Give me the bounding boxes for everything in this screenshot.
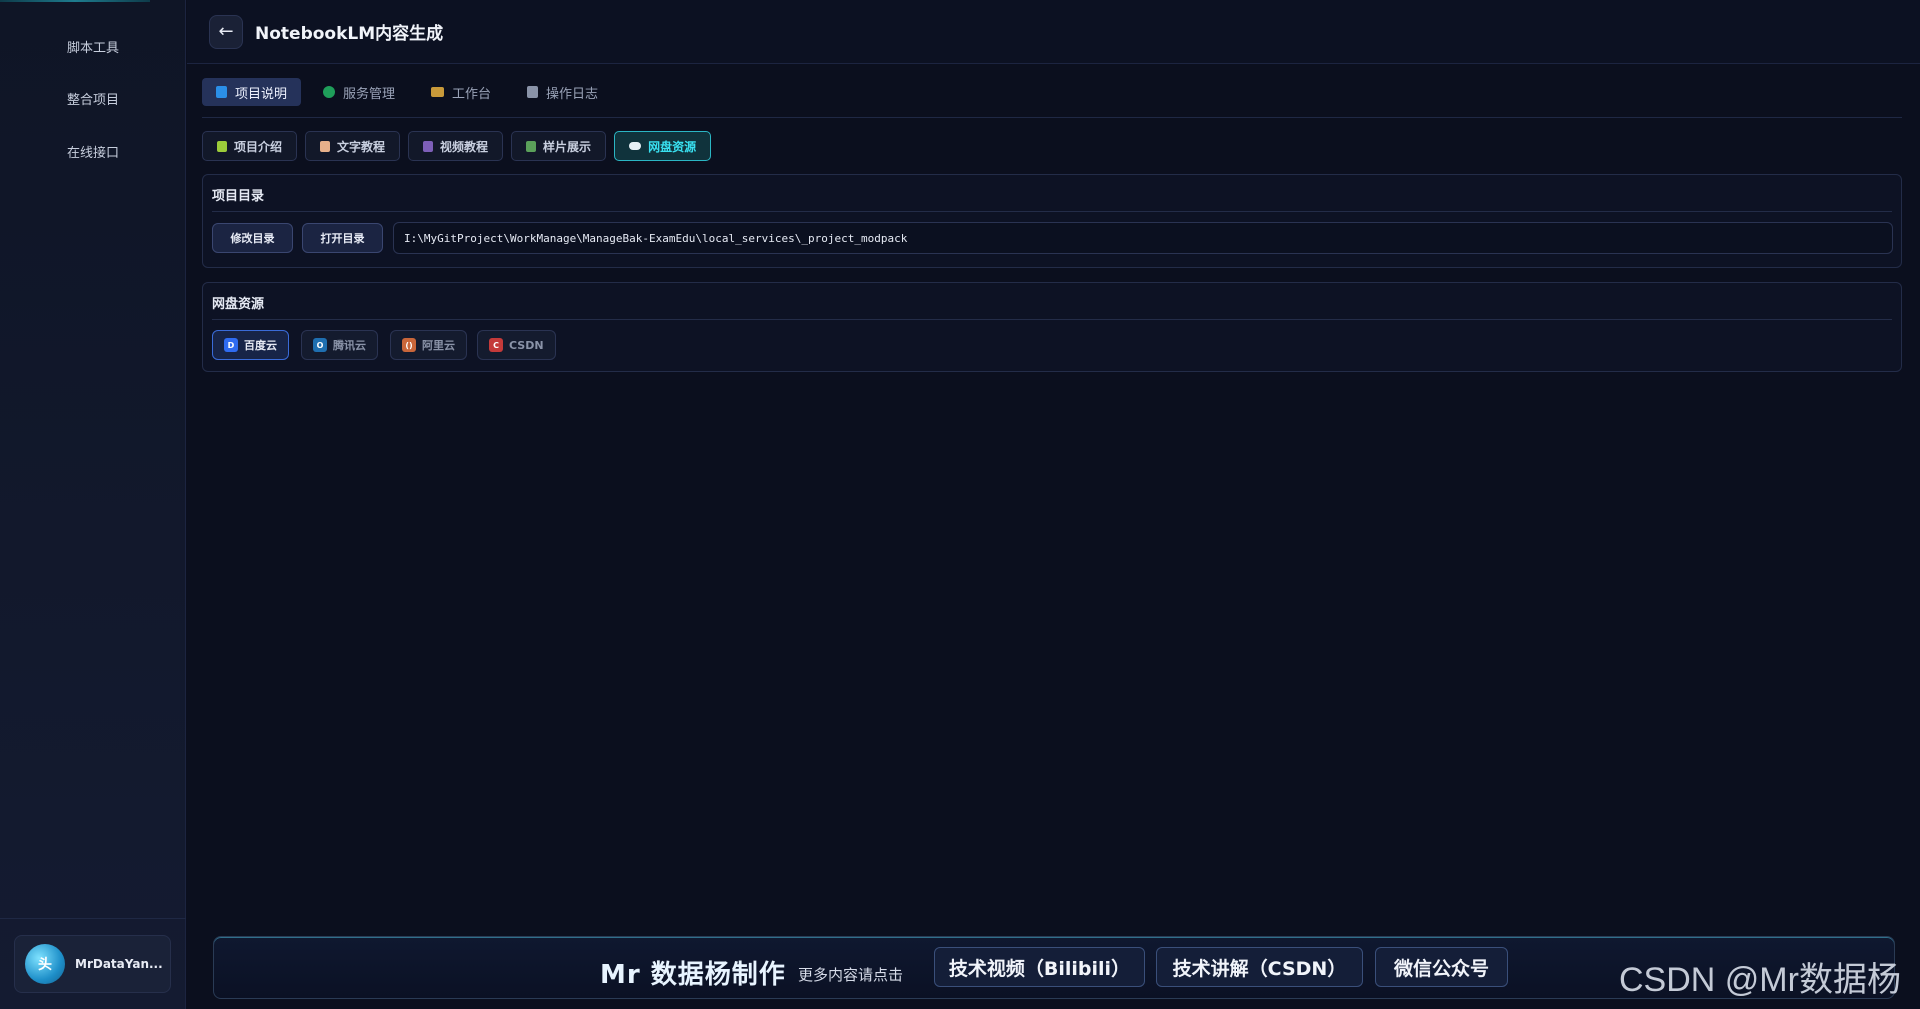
subtab-label: 网盘资源: [648, 139, 697, 154]
csdn-button[interactable]: C CSDN: [477, 330, 556, 360]
aliyun-icon: (): [402, 338, 416, 352]
header: ← NotebookLM内容生成: [187, 0, 1920, 64]
provider-label: 阿里云: [422, 339, 455, 352]
page-title: NotebookLM内容生成: [255, 24, 444, 44]
aliyun-button[interactable]: () 阿里云: [390, 330, 467, 360]
tencent-cloud-button[interactable]: O 腾讯云: [301, 330, 378, 360]
sidebar-divider: [0, 918, 186, 919]
csdn-icon: C: [489, 338, 503, 352]
bilibili-link-button[interactable]: 技术视频（Bilibili）: [934, 947, 1145, 987]
brand-subtitle: 更多内容请点击: [798, 966, 904, 984]
tab-label: 工作台: [452, 86, 492, 102]
avatar: 头: [25, 944, 65, 984]
tab-workbench[interactable]: 工作台: [417, 78, 505, 106]
image-icon: [526, 140, 537, 152]
subtab-video-tutorial[interactable]: 视频教程: [408, 131, 504, 161]
subtab-label: 项目介绍: [234, 139, 283, 154]
cloud-icon: [629, 142, 642, 150]
log-icon: [527, 86, 539, 98]
panel-title: 项目目录: [212, 189, 265, 204]
tab-label: 操作日志: [546, 86, 599, 102]
provider-label: 百度云: [244, 339, 277, 352]
tab-service-management[interactable]: 服务管理: [309, 78, 409, 106]
sidebar-item-online-api[interactable]: 在线接口: [0, 134, 186, 168]
tab-label: 服务管理: [343, 86, 396, 102]
tab-project-info[interactable]: 项目说明: [202, 78, 302, 106]
project-path-input[interactable]: I:\MyGitProject\WorkManage\ManageBak-Exa…: [393, 222, 1893, 254]
tabs-divider: [202, 117, 1902, 118]
sidebar: 脚本工具 整合项目 在线接口 头 MrDataYan...: [0, 0, 186, 1009]
user-name: MrDataYan...: [75, 957, 163, 971]
panel-divider: [212, 211, 1892, 212]
sidebar-accent-line: [0, 0, 150, 2]
user-card[interactable]: 头 MrDataYan...: [14, 935, 171, 993]
watermark: CSDN @Mr数据杨: [1619, 961, 1901, 999]
subtab-sample-showcase[interactable]: 样片展示: [511, 131, 607, 161]
sub-tabs: 项目介绍 文字教程 视频教程 样片展示 网盘资源: [202, 131, 712, 161]
tencent-icon: O: [313, 338, 327, 352]
baidu-icon: D: [224, 338, 238, 352]
subtab-label: 样片展示: [543, 139, 592, 154]
csdn-link-button[interactable]: 技术讲解（CSDN）: [1156, 947, 1363, 987]
subtab-label: 视频教程: [440, 139, 489, 154]
wechat-link-button[interactable]: 微信公众号: [1375, 947, 1508, 987]
subtab-label: 文字教程: [337, 139, 386, 154]
subtab-project-intro[interactable]: 项目介绍: [202, 131, 298, 161]
provider-label: CSDN: [509, 338, 544, 352]
puzzle-icon: [217, 140, 227, 152]
book-icon: [216, 86, 227, 98]
provider-label: 腾讯云: [333, 339, 366, 352]
film-icon: [423, 140, 434, 152]
subtab-cloud-resources[interactable]: 网盘资源: [614, 131, 712, 161]
panel-title: 网盘资源: [212, 297, 265, 312]
subtab-text-tutorial[interactable]: 文字教程: [305, 131, 401, 161]
tab-operation-log[interactable]: 操作日志: [513, 78, 612, 106]
sidebar-item-script-tools[interactable]: 脚本工具: [0, 29, 186, 63]
brand-title: Mr 数据杨制作: [600, 960, 786, 990]
baidu-cloud-button[interactable]: D 百度云: [212, 330, 289, 360]
open-dir-button[interactable]: 打开目录: [302, 223, 383, 253]
cloud-resources-panel: 网盘资源 D 百度云 O 腾讯云 () 阿里云 C CSDN: [202, 282, 1902, 372]
modify-dir-button[interactable]: 修改目录: [212, 223, 293, 253]
status-dot-icon: [323, 86, 336, 98]
briefcase-icon: [431, 87, 445, 97]
document-icon: [320, 140, 331, 152]
panel-divider: [212, 319, 1892, 320]
sidebar-item-integrated-projects[interactable]: 整合项目: [0, 81, 186, 115]
project-dir-panel: 项目目录 修改目录 打开目录 I:\MyGitProject\WorkManag…: [202, 174, 1902, 268]
main-tabs: 项目说明 服务管理 工作台 操作日志: [202, 78, 612, 106]
tab-label: 项目说明: [235, 86, 288, 102]
arrow-left-icon: ←: [218, 21, 234, 42]
back-button[interactable]: ←: [209, 14, 243, 49]
